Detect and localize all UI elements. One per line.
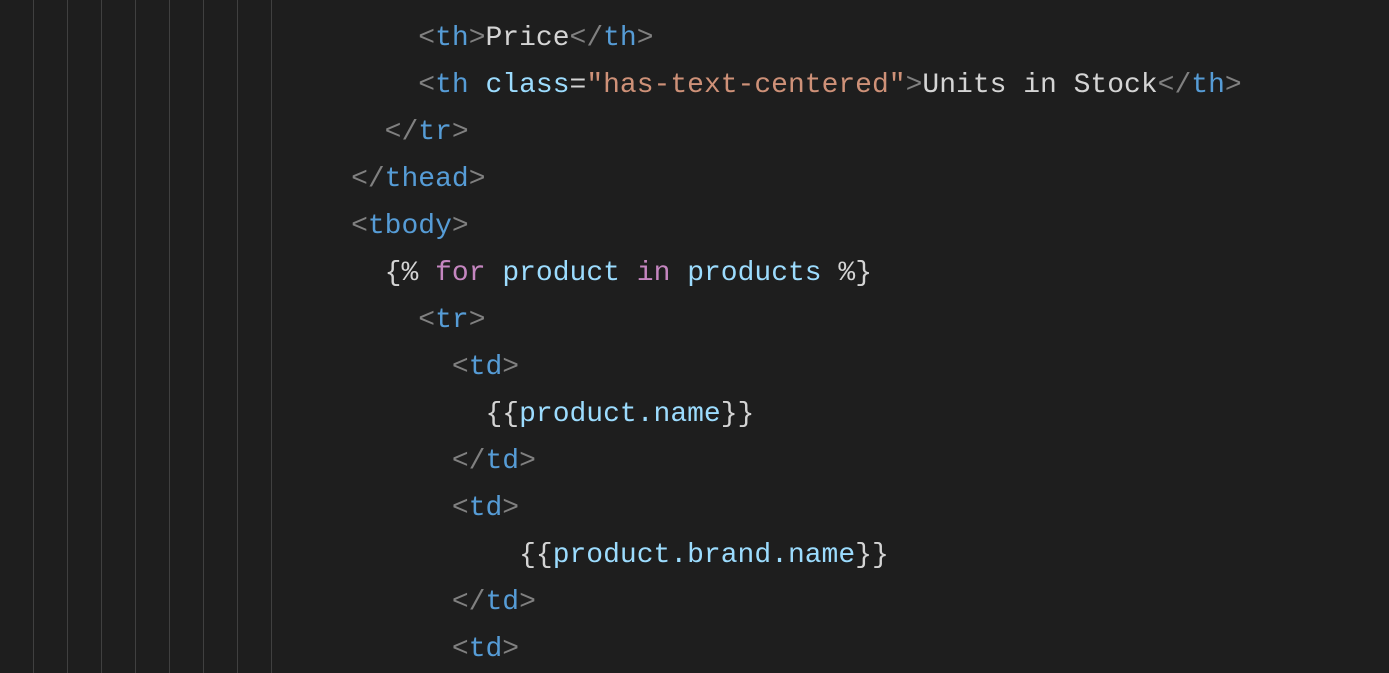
tag-name: th bbox=[435, 70, 469, 101]
space bbox=[620, 258, 637, 289]
tag-close-bracket: > bbox=[906, 70, 923, 101]
tag-close-open: </ bbox=[351, 164, 385, 195]
code-line[interactable]: <tr> bbox=[15, 297, 1389, 344]
code-line[interactable]: </tr> bbox=[15, 109, 1389, 156]
tag-name: tr bbox=[435, 305, 469, 336]
tag-name: thead bbox=[385, 164, 469, 195]
template-delim: {% bbox=[385, 258, 435, 289]
tag-close-bracket: > bbox=[502, 493, 519, 524]
tag-close-bracket: > bbox=[469, 0, 486, 7]
code-line[interactable]: <td> bbox=[15, 344, 1389, 391]
variable: product.name bbox=[519, 399, 721, 430]
tag-name: th bbox=[603, 0, 637, 7]
equals: = bbox=[570, 70, 587, 101]
code-line[interactable]: {{product.name}} bbox=[15, 391, 1389, 438]
tag-close-bracket: > bbox=[519, 587, 536, 618]
tag-open-bracket: < bbox=[418, 305, 435, 336]
tag-close-open: </ bbox=[570, 0, 604, 7]
tag-name: th bbox=[1191, 70, 1225, 101]
tag-close-open: </ bbox=[385, 117, 419, 148]
tag-name: th bbox=[603, 23, 637, 54]
template-delim: {{ bbox=[485, 399, 519, 430]
tag-close-bracket: > bbox=[637, 0, 654, 7]
tag-close-bracket: > bbox=[519, 446, 536, 477]
tag-close-bracket: > bbox=[469, 305, 486, 336]
code-line[interactable]: {{product.brand.name}} bbox=[15, 532, 1389, 579]
template-delim: %} bbox=[822, 258, 872, 289]
code-line[interactable]: <tbody> bbox=[15, 203, 1389, 250]
text-content: Units in Stock bbox=[922, 70, 1157, 101]
space bbox=[670, 258, 687, 289]
tag-name: tr bbox=[418, 117, 452, 148]
code-line[interactable]: <td> bbox=[15, 485, 1389, 532]
tag-open-bracket: < bbox=[452, 634, 469, 665]
tag-name: th bbox=[435, 0, 469, 7]
space bbox=[486, 258, 503, 289]
variable: product bbox=[502, 258, 620, 289]
template-delim: }} bbox=[855, 540, 889, 571]
variable: product.brand.name bbox=[553, 540, 855, 571]
tag-close-bracket: > bbox=[452, 117, 469, 148]
tag-name: td bbox=[469, 352, 503, 383]
tag-close-bracket: > bbox=[502, 634, 519, 665]
space bbox=[469, 70, 486, 101]
template-delim: {{ bbox=[519, 540, 553, 571]
code-line[interactable]: </td> bbox=[15, 438, 1389, 485]
tag-close-bracket: > bbox=[1225, 70, 1242, 101]
tag-open-bracket: < bbox=[418, 70, 435, 101]
tag-close-open: </ bbox=[1158, 70, 1192, 101]
tag-close-bracket: > bbox=[502, 352, 519, 383]
attr-value: "has-text-centered" bbox=[586, 70, 905, 101]
code-line[interactable]: {% for product in products %} bbox=[15, 250, 1389, 297]
keyword-for: for bbox=[435, 258, 485, 289]
tag-open-bracket: < bbox=[452, 493, 469, 524]
code-line[interactable]: </td> bbox=[15, 579, 1389, 626]
tag-close-bracket: > bbox=[637, 23, 654, 54]
code-line[interactable]: <th>Price</th> bbox=[15, 15, 1389, 62]
code-line[interactable]: </thead> bbox=[15, 156, 1389, 203]
tag-close-bracket: > bbox=[452, 211, 469, 242]
tag-name: td bbox=[469, 634, 503, 665]
tag-open-bracket: < bbox=[452, 352, 469, 383]
code-content[interactable]: <th>Brand</th> <th>Price</th> <th class=… bbox=[15, 0, 1389, 673]
tag-close-open: </ bbox=[570, 23, 604, 54]
tag-name: td bbox=[485, 587, 519, 618]
tag-close-bracket: > bbox=[469, 23, 486, 54]
text-content: Price bbox=[486, 23, 570, 54]
attr-name: class bbox=[486, 70, 570, 101]
code-editor[interactable]: <th>Brand</th> <th>Price</th> <th class=… bbox=[0, 0, 1389, 673]
tag-name: th bbox=[435, 23, 469, 54]
text-content: Brand bbox=[486, 0, 570, 7]
tag-open-bracket: < bbox=[351, 211, 368, 242]
code-line[interactable]: <td> bbox=[15, 626, 1389, 673]
tag-open-bracket: < bbox=[418, 23, 435, 54]
keyword-in: in bbox=[637, 258, 671, 289]
tag-close-open: </ bbox=[452, 587, 486, 618]
variable: products bbox=[687, 258, 821, 289]
tag-name: td bbox=[469, 493, 503, 524]
tag-close-bracket: > bbox=[469, 164, 486, 195]
code-line[interactable]: <th>Brand</th> bbox=[15, 0, 1389, 15]
tag-name: td bbox=[485, 446, 519, 477]
code-line[interactable]: <th class="has-text-centered">Units in S… bbox=[15, 62, 1389, 109]
template-delim: }} bbox=[721, 399, 755, 430]
tag-close-open: </ bbox=[452, 446, 486, 477]
tag-name: tbody bbox=[368, 211, 452, 242]
tag-open-bracket: < bbox=[418, 0, 435, 7]
